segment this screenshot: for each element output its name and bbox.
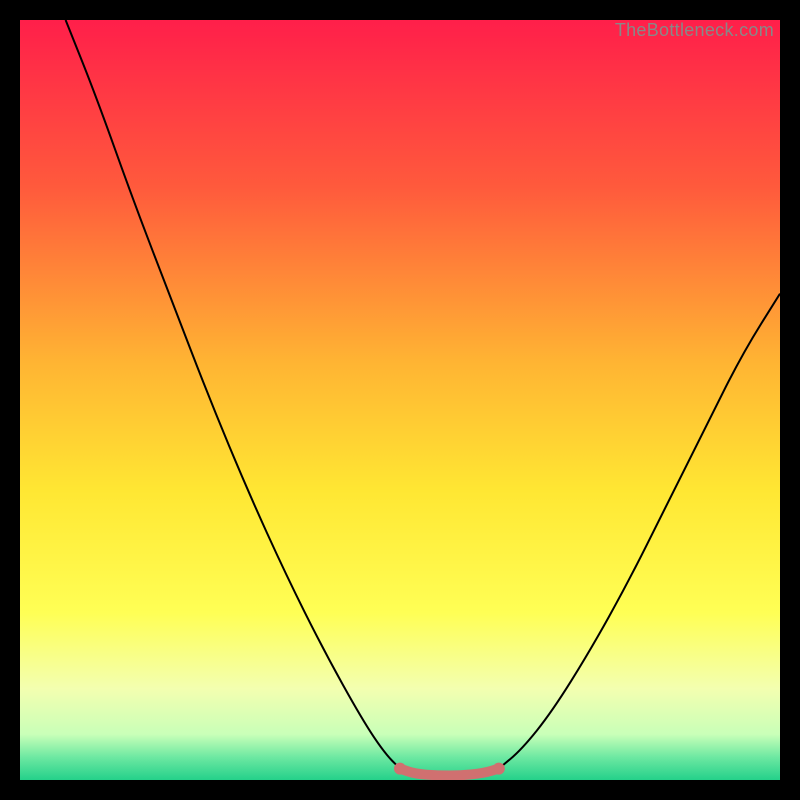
chart-container: TheBottleneck.com: [0, 0, 800, 800]
flat-endpoint-dot-1: [493, 763, 505, 775]
plot-area: TheBottleneck.com: [20, 20, 780, 780]
flat-endpoint-dot-0: [394, 763, 406, 775]
background-gradient: [20, 20, 780, 780]
chart-svg: [20, 20, 780, 780]
